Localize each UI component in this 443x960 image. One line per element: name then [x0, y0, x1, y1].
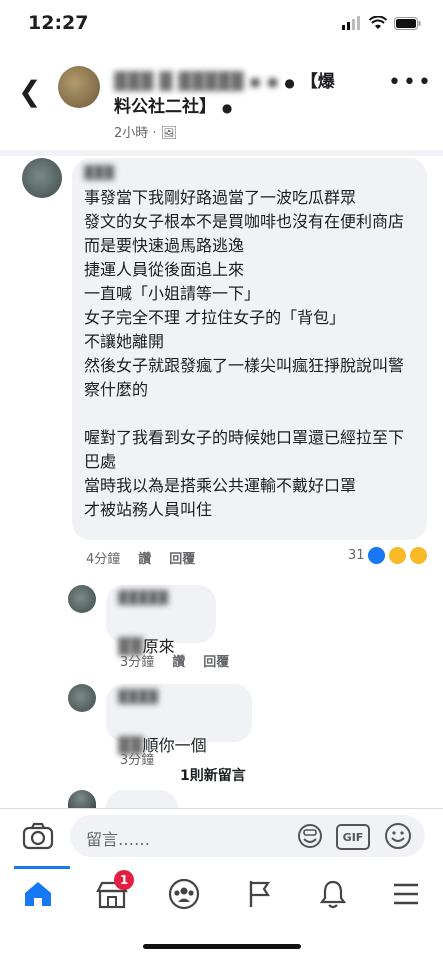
- status-time: 12:27: [28, 12, 89, 34]
- commenter-avatar[interactable]: [22, 158, 62, 198]
- divider: [0, 150, 443, 156]
- reply-avatar[interactable]: [68, 790, 96, 808]
- gif-icon[interactable]: GIF: [336, 824, 370, 850]
- reply-bubble: ▓▓▓▓ ▓▓順你一個: [106, 684, 252, 755]
- home-indicator: [143, 944, 301, 949]
- haha-reaction-icon: [387, 546, 407, 565]
- more-options-icon[interactable]: •••: [388, 70, 433, 95]
- menu-icon[interactable]: [386, 874, 426, 914]
- post-title[interactable]: ▓▓▓ ▓ ▓▓▓▓▓ ▪ ▪ ● 【爆料公社二社】 ●: [114, 70, 344, 120]
- comment-meta: 4分鐘 讚 回覆: [86, 548, 195, 567]
- group-avatar[interactable]: [58, 66, 100, 108]
- reply-name[interactable]: ▓▓▓▓▓: [118, 591, 168, 606]
- like-link[interactable]: 讚: [138, 548, 151, 567]
- status-icons: [342, 16, 421, 30]
- comment-input[interactable]: 留言…… GIF: [70, 815, 425, 857]
- reactions[interactable]: 31: [348, 546, 428, 565]
- reply-meta: 3分鐘 讚 回覆: [120, 651, 229, 670]
- reply-avatar[interactable]: [68, 684, 96, 712]
- back-arrow-icon[interactable]: ❮: [18, 75, 41, 108]
- sticker-icon[interactable]: [296, 823, 324, 849]
- pages-flag-icon[interactable]: [239, 874, 279, 914]
- comment-placeholder: 留言……: [86, 830, 151, 849]
- camera-icon[interactable]: [22, 822, 54, 854]
- reaction-count: 31: [348, 548, 365, 563]
- post-time: 2小時: [114, 126, 149, 141]
- reply-bubble: ▓▓▓▓▓ ▓▓原來: [106, 585, 216, 656]
- reply-avatar[interactable]: [68, 585, 96, 613]
- reply-link[interactable]: 回覆: [169, 548, 195, 567]
- signal-icon: [342, 16, 360, 30]
- battery-icon: [394, 16, 421, 30]
- marketplace-icon[interactable]: 1: [92, 870, 134, 914]
- comment-bubble: ▓▓▓ 事發當下我剛好路過當了一波吃瓜群眾 發文的女子根本不是買咖啡也沒有在便利…: [72, 158, 427, 540]
- new-comments-pill[interactable]: 1則新留言: [180, 765, 246, 785]
- comment-time: 4分鐘: [86, 552, 121, 567]
- reply-meta: 3分鐘: [120, 749, 154, 768]
- emoji-icon[interactable]: [384, 822, 412, 850]
- active-tab-indicator: [14, 866, 70, 869]
- reply-like-link[interactable]: 讚: [172, 651, 185, 670]
- reply-bubble: [106, 790, 178, 808]
- reply-reply-link[interactable]: 回覆: [203, 651, 229, 670]
- privacy-icon: 🖼: [160, 126, 178, 141]
- wifi-icon: [369, 16, 387, 29]
- reply-name[interactable]: ▓▓▓▓: [118, 690, 158, 705]
- post-meta: 2小時 · 🖼: [114, 126, 178, 141]
- comment-text: 事發當下我剛好路過當了一波吃瓜群眾 發文的女子根本不是買咖啡也沒有在便利商店 而…: [84, 188, 405, 519]
- notifications-bell-icon[interactable]: [313, 874, 353, 914]
- reply-time: 3分鐘: [120, 655, 155, 670]
- notification-badge: 1: [114, 870, 134, 890]
- groups-icon[interactable]: [164, 874, 204, 914]
- home-icon[interactable]: [18, 874, 58, 914]
- like-reaction-icon: [366, 546, 386, 565]
- commenter-name[interactable]: ▓▓▓: [84, 166, 114, 181]
- reply-time: 3分鐘: [120, 753, 155, 768]
- wow-reaction-icon: [408, 546, 428, 565]
